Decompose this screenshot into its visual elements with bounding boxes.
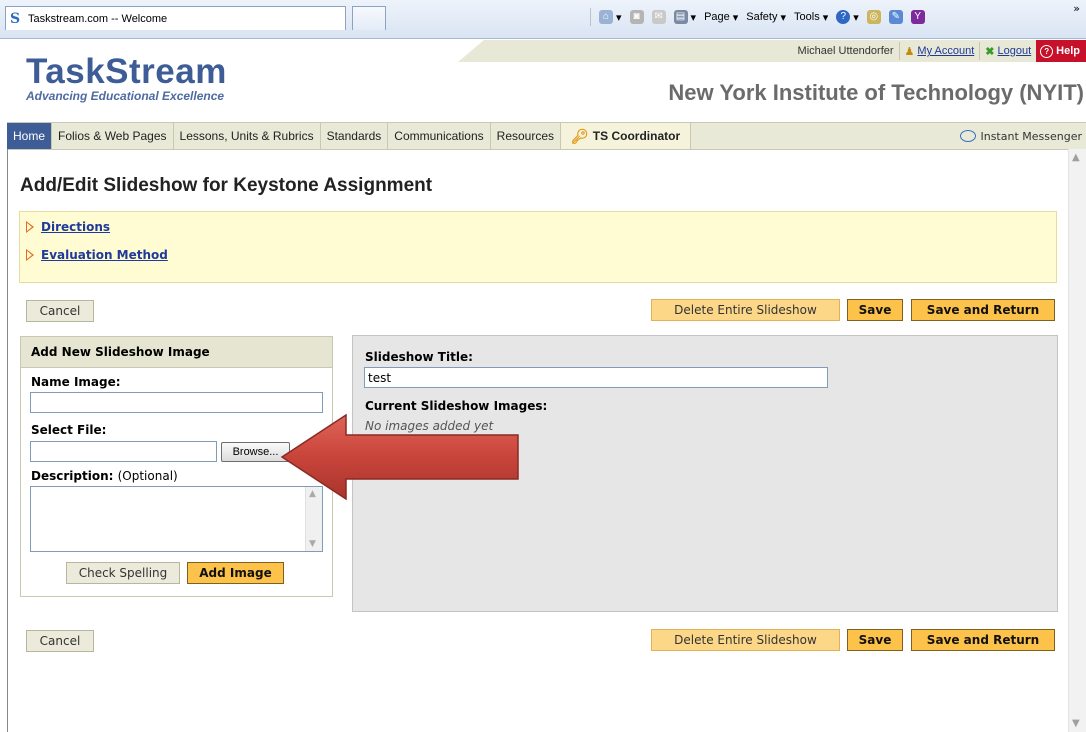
- nav-ts-coordinator-label: TS Coordinator: [592, 129, 681, 143]
- save-and-return-button-top[interactable]: Save and Return: [911, 299, 1055, 321]
- question-icon: ?: [836, 10, 851, 24]
- slideshow-title-input[interactable]: [364, 367, 828, 388]
- tools-menu[interactable]: Tools ▾: [794, 11, 828, 24]
- command-bar: ⌂ ▾ ◙ ✉ ▤ ▾ Page ▾ Safety ▾ Tools ▾ ? ▾ ◎ ✎ Y: [590, 6, 925, 28]
- cancel-button-bottom[interactable]: Cancel: [26, 630, 94, 652]
- delete-slideshow-button-top[interactable]: Delete Entire Slideshow: [651, 299, 840, 321]
- optional-hint: (Optional): [117, 469, 178, 483]
- help-menu[interactable]: ? ▾: [836, 10, 859, 24]
- taskstream-favicon-icon: S: [10, 10, 21, 27]
- page-left-border: [7, 149, 8, 732]
- messenger-icon: ✎: [888, 10, 903, 24]
- logo-tagline: Advancing Educational Excellence: [26, 89, 225, 103]
- select-file-input[interactable]: [30, 441, 217, 462]
- command-separator: [590, 8, 591, 26]
- name-image-label: Name Image:: [31, 375, 121, 389]
- browser-tab-title: Taskstream.com -- Welcome: [28, 12, 168, 25]
- logout-label: Logout: [997, 45, 1032, 57]
- safety-menu[interactable]: Safety ▾: [746, 11, 786, 24]
- check-spelling-button[interactable]: Check Spelling: [66, 562, 180, 584]
- messenger-button[interactable]: ✎: [888, 10, 903, 24]
- help-label: Help: [1056, 45, 1080, 57]
- research-button[interactable]: ◎: [866, 10, 881, 24]
- directions-link[interactable]: Directions: [41, 220, 110, 234]
- taskstream-logo[interactable]: TaskStream Advancing Educational Excelle…: [26, 52, 227, 104]
- logout-link[interactable]: ✖ Logout: [979, 42, 1036, 60]
- home-button[interactable]: ⌂ ▾: [599, 10, 622, 24]
- expand-triangle-icon: [26, 221, 34, 233]
- add-image-heading: Add New Slideshow Image: [21, 337, 332, 368]
- nav-resources[interactable]: Resources: [491, 123, 562, 149]
- home-icon: ⌂: [599, 10, 613, 24]
- print-button[interactable]: ▤ ▾: [673, 10, 696, 24]
- logo-wordmark: TaskStream: [26, 52, 227, 91]
- instant-messenger-link[interactable]: Instant Messenger: [960, 130, 1086, 143]
- directions-toggle[interactable]: Directions: [26, 220, 110, 234]
- evaluation-method-link[interactable]: Evaluation Method: [41, 248, 168, 262]
- nav-ts-coordinator[interactable]: 🔑︎ TS Coordinator: [561, 123, 692, 149]
- nav-standards[interactable]: Standards: [321, 123, 389, 149]
- rss-feed-icon: ◙: [629, 10, 644, 24]
- user-name: Michael Uttendorfer: [797, 45, 894, 57]
- cancel-button-top[interactable]: Cancel: [26, 300, 94, 322]
- safety-menu-label: Safety: [746, 11, 778, 23]
- scroll-down-icon[interactable]: ▼: [309, 539, 316, 549]
- read-mail-button[interactable]: ✉: [651, 10, 666, 24]
- save-and-return-button-bottom[interactable]: Save and Return: [911, 629, 1055, 651]
- expand-triangle-icon: [26, 249, 34, 261]
- save-button-bottom[interactable]: Save: [847, 629, 903, 651]
- scroll-up-icon[interactable]: ▲: [1072, 152, 1080, 163]
- institution-name: New York Institute of Technology (NYIT): [668, 80, 1084, 105]
- browser-tab[interactable]: S Taskstream.com -- Welcome: [5, 6, 346, 30]
- nav-folios[interactable]: Folios & Web Pages: [52, 123, 174, 149]
- research-icon: ◎: [866, 10, 881, 24]
- main-nav: Home Folios & Web Pages Lessons, Units &…: [7, 122, 1086, 150]
- delete-slideshow-button-bottom[interactable]: Delete Entire Slideshow: [651, 629, 840, 651]
- add-image-button[interactable]: Add Image: [187, 562, 284, 584]
- page-menu-label: Page: [704, 11, 730, 23]
- yahoo-button[interactable]: Y: [910, 10, 925, 24]
- tools-menu-label: Tools: [794, 11, 820, 23]
- key-icon: 🔑︎: [571, 127, 589, 144]
- help-icon: ?: [1040, 44, 1054, 58]
- nav-home[interactable]: Home: [7, 123, 53, 149]
- printer-icon: ▤: [673, 10, 688, 24]
- browser-toolbar: S Taskstream.com -- Welcome ⌂ ▾ ◙ ✉ ▤ ▾ Pa…: [0, 0, 1086, 39]
- page-menu[interactable]: Page ▾: [704, 11, 738, 24]
- current-images-label: Current Slideshow Images:: [365, 399, 548, 413]
- chat-bubble-icon: [960, 130, 977, 142]
- new-tab-button[interactable]: [352, 6, 386, 30]
- chevron-more-icon[interactable]: »: [1073, 2, 1080, 15]
- user-icon: ♟: [904, 45, 915, 58]
- page-title: Add/Edit Slideshow for Keystone Assignme…: [20, 175, 433, 196]
- slideshow-title-label: Slideshow Title:: [365, 350, 473, 364]
- utility-bar: Michael Uttendorfer ♟ My Account ✖ Logou…: [458, 40, 1086, 62]
- feeds-button[interactable]: ◙: [629, 10, 644, 24]
- my-account-label: My Account: [917, 45, 975, 57]
- help-button[interactable]: ? Help: [1036, 40, 1086, 62]
- red-pointer-arrow-icon: [280, 413, 519, 501]
- select-file-label: Select File:: [31, 423, 107, 437]
- evaluation-toggle[interactable]: Evaluation Method: [26, 248, 168, 262]
- description-label: Description: (Optional): [31, 469, 178, 483]
- description-label-text: Description:: [31, 469, 114, 483]
- instant-messenger-label: Instant Messenger: [980, 129, 1082, 143]
- save-button-top[interactable]: Save: [847, 299, 903, 321]
- mail-icon: ✉: [651, 10, 666, 24]
- name-image-input[interactable]: [30, 392, 323, 413]
- scroll-down-icon[interactable]: ▼: [1072, 718, 1080, 729]
- instructions-box: Directions Evaluation Method: [19, 211, 1057, 283]
- nav-lessons[interactable]: Lessons, Units & Rubrics: [174, 123, 321, 149]
- vertical-scrollbar[interactable]: ▲ ▼: [1068, 149, 1086, 732]
- nav-communications[interactable]: Communications: [388, 123, 491, 149]
- my-account-link[interactable]: ♟ My Account: [898, 42, 980, 60]
- yahoo-icon: Y: [910, 10, 925, 24]
- logout-x-icon: ✖: [985, 45, 995, 58]
